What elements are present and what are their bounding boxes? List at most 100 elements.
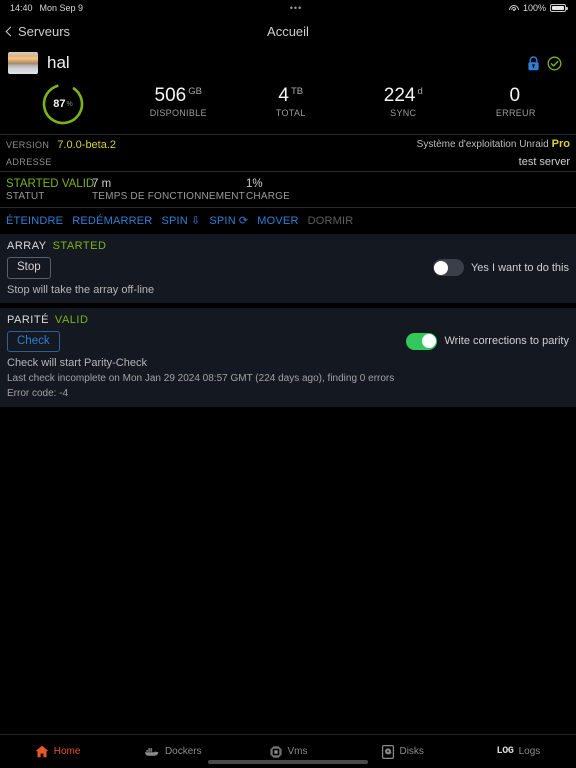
action-label: SPIN (209, 214, 236, 227)
tab-label: Disks (399, 746, 424, 757)
parity-error-code-text: Error code: -4 (7, 387, 69, 399)
stats-row: 87 % 506 GB DISPONIBLE 4 TB TOTAL 224 d SYN… (0, 76, 576, 134)
status-values: STARTED VALID (6, 178, 94, 190)
whale-icon (144, 747, 159, 756)
server-actions: ÉTEINDRE REDÉMARRER SPIN ⇩ SPIN ⟳ MOVER DO… (0, 208, 576, 234)
parity-write-toggle-wrap: Write corrections to parity (406, 332, 569, 350)
usage-donut-unit: % (66, 100, 73, 108)
version-left: VERSION 7.0.0-beta.2 (6, 135, 116, 153)
array-panel-controls: Stop Yes I want to do this (7, 257, 569, 279)
stat-value: 0 (460, 86, 573, 106)
parity-panel: PARITÉ VALID Check Write corrections to p… (0, 307, 576, 408)
battery-icon (550, 4, 568, 12)
tab-home[interactable]: Home (0, 745, 115, 758)
tab-label: Home (53, 746, 81, 757)
os-info: Système d'exploitation Unraid Pro (417, 138, 570, 150)
tab-label: Logs (518, 746, 541, 757)
server-name: hal (47, 53, 70, 72)
version-row: VERSION 7.0.0-beta.2 Système d'exploitati… (0, 135, 576, 153)
harddrive-icon (382, 744, 395, 759)
server-thumbnail (8, 52, 38, 74)
stat-unit: TB (290, 85, 304, 97)
action-eteindre[interactable]: ÉTEINDRE (6, 215, 63, 227)
array-stop-button[interactable]: Stop (7, 257, 51, 279)
tab-label: Vms (287, 746, 308, 757)
status-label: STATUT (6, 191, 45, 202)
parity-panel-title: PARITÉ (7, 313, 49, 326)
parity-panel-controls: Check Write corrections to parity (7, 330, 569, 353)
tab-dockers[interactable]: Dockers (115, 746, 230, 758)
toggle-knob (421, 334, 436, 349)
action-redemarrer[interactable]: REDÉMARRER (72, 215, 152, 227)
stat-label: DISPONIBLE (149, 107, 207, 118)
parity-write-toggle-label: Write corrections to parity (444, 335, 569, 348)
array-state-value: STARTED (6, 178, 59, 190)
navigation-bar: Serveurs Accueil (0, 16, 576, 46)
stat-value: 4 TB (235, 86, 348, 106)
array-confirm-toggle-wrap: Yes I want to do this (432, 259, 569, 277)
stat-sync: 224 d SYNC (347, 80, 460, 118)
action-spin-up[interactable]: SPIN ⟳ (209, 214, 249, 228)
status-bar-right: 100% (508, 3, 568, 13)
stat-label: ERREUR (495, 107, 536, 118)
address-label: ADRESSE (6, 157, 52, 167)
lock-icon[interactable] (527, 55, 540, 71)
array-panel-header: ARRAY STARTED (7, 240, 569, 252)
usage-donut-cell: 87 % (4, 80, 122, 126)
stat-value: 224 d (347, 86, 460, 106)
os-tier-badge: Pro (551, 138, 570, 150)
refresh-icon: ⟳ (238, 215, 249, 227)
array-panel-state: STARTED (52, 240, 107, 252)
parity-write-toggle[interactable] (406, 332, 438, 350)
toggle-knob (434, 260, 449, 275)
version-value: 7.0.0-beta.2 (57, 139, 117, 151)
load-value: 1% (246, 178, 263, 190)
array-confirm-toggle-label: Yes I want to do this (470, 261, 569, 274)
parity-panel-header: PARITÉ VALID (7, 314, 569, 326)
tab-logs[interactable]: LOG Logs (461, 746, 576, 757)
tab-label: Dockers (164, 746, 202, 757)
usage-donut-value: 87 (53, 98, 66, 110)
usage-donut-label: 87 % (41, 82, 85, 126)
array-confirm-toggle[interactable] (432, 259, 464, 277)
app-screen: 14:40 Mon Sep 9 ••• 100% Serveurs Accuei… (0, 0, 576, 768)
server-header: hal (0, 46, 576, 76)
action-label: ÉTEINDRE (6, 214, 64, 227)
tab-disks[interactable]: Disks (346, 744, 461, 759)
load-label: CHARGE (246, 191, 290, 202)
parity-check-button[interactable]: Check (7, 330, 60, 353)
array-panel-title: ARRAY (7, 240, 47, 252)
action-dormir: DORMIR (308, 215, 354, 227)
stat-number: 4 (278, 85, 289, 106)
status-bar-time: 14:40 (10, 3, 33, 13)
stat-disponible: 506 GB DISPONIBLE (122, 80, 235, 118)
action-label: SPIN (161, 214, 188, 227)
check-circle-icon[interactable] (547, 56, 562, 71)
tab-vms[interactable]: Vms (230, 745, 345, 759)
home-indicator (208, 760, 368, 764)
status-bar-center-dots: ••• (289, 3, 303, 13)
os-label: Système d'exploitation Unraid (416, 139, 549, 150)
array-panel-note: Stop will take the array off-line (7, 283, 155, 296)
stat-total: 4 TB TOTAL (235, 80, 348, 118)
arrow-down-icon: ⇩ (190, 215, 201, 227)
action-spin-down[interactable]: SPIN ⇩ (161, 214, 201, 228)
status-bar-date: Mon Sep 9 (39, 3, 84, 13)
parity-panel-note: Check will start Parity-Check (7, 357, 147, 370)
parity-panel-state: VALID (54, 313, 89, 326)
stat-number: 506 (154, 85, 187, 106)
stat-unit: GB (188, 85, 202, 97)
action-mover[interactable]: MOVER (257, 215, 298, 227)
stat-erreur: 0 ERREUR (460, 80, 573, 118)
parity-last-check-text: Last check incomplete on Mon Jan 29 2024… (7, 373, 395, 385)
wifi-icon (508, 4, 519, 12)
chip-icon (269, 745, 282, 758)
address-value: test server (518, 156, 570, 168)
address-row: ADRESSE test server (0, 153, 576, 171)
status-bar-left: 14:40 Mon Sep 9 (10, 3, 83, 13)
stat-label: TOTAL (275, 107, 306, 118)
battery-percent-label: 100% (522, 3, 546, 13)
action-label: REDÉMARRER (72, 214, 153, 227)
uptime-value: 7 m (92, 178, 112, 190)
stat-label: SYNC (390, 107, 417, 118)
